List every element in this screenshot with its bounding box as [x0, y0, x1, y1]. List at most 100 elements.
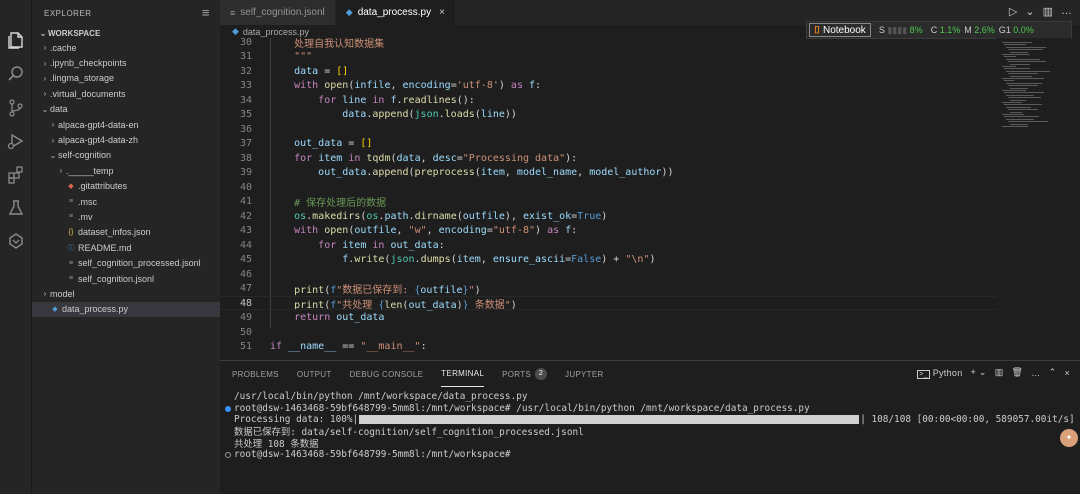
flask-icon[interactable] [6, 198, 26, 218]
tree-item[interactable]: › ._____temp [32, 163, 220, 178]
run-icon[interactable]: ▷ [1009, 5, 1017, 18]
tree-item-label: .cache [50, 42, 77, 53]
code-text: 处理自我认知数据集 [294, 38, 385, 50]
minimap[interactable] [996, 38, 1080, 360]
tree-item[interactable]: › alpaca-gpt4-data-zh [32, 132, 220, 147]
more-icon[interactable]: … [1061, 5, 1072, 18]
code-line[interactable]: 46 [220, 267, 996, 282]
more-actions-icon[interactable]: ≡ [202, 5, 210, 20]
tree-item[interactable]: › .ipynb_checkpoints [32, 55, 220, 70]
code-line[interactable]: 35 data.append(json.loads(line)) [220, 108, 996, 123]
tab-self-cognition-jsonl[interactable]: ≡ self_cognition.jsonl [220, 0, 336, 25]
minimap-line [1002, 90, 1026, 91]
code-line[interactable]: 45 f.write(json.dumps(item, ensure_ascii… [220, 253, 996, 268]
code-line[interactable]: 31 """ [220, 50, 996, 65]
code-line[interactable]: 36 [220, 122, 996, 137]
workspace-header[interactable]: ⌄ WORKSPACE [32, 26, 220, 40]
close-icon[interactable]: × [1064, 368, 1070, 378]
more-icon[interactable]: … [1031, 368, 1040, 378]
code-line[interactable]: 49 return out_data [220, 311, 996, 326]
code-line[interactable]: 39 out_data.append(preprocess(item, mode… [220, 166, 996, 181]
tree-item[interactable]: ≡ .msc [32, 194, 220, 209]
avatar[interactable]: ✦ [1060, 429, 1078, 447]
tree-item[interactable]: › alpaca-gpt4-data-en [32, 117, 220, 132]
tree-item[interactable]: ≡ self_cognition.jsonl [32, 271, 220, 286]
code-text: out_data = [] [294, 138, 373, 150]
tab-output[interactable]: OUTPUT [297, 361, 332, 387]
tree-item[interactable]: ◆ .gitattributes [32, 179, 220, 194]
minimap-line [1006, 46, 1046, 48]
code-text: return out_data [294, 312, 385, 324]
code-line[interactable]: 51 if __name__ == "__main__": [220, 340, 996, 355]
minimap-line [1004, 80, 1014, 82]
source-control-icon[interactable] [6, 98, 26, 118]
add-terminal-icon[interactable]: + ⌄ [971, 367, 987, 378]
minimap-line [1010, 63, 1030, 65]
tree-item[interactable]: ⌄ data [32, 102, 220, 117]
code-line[interactable]: 37 out_data = [] [220, 137, 996, 152]
split-editor-icon[interactable]: ▥ [1043, 5, 1053, 18]
tab-debug-console[interactable]: DEBUG CONSOLE [350, 361, 424, 387]
trash-icon[interactable]: 🗑 [1012, 367, 1024, 378]
close-icon[interactable]: × [439, 7, 445, 18]
split-terminal-icon[interactable]: ▥ [995, 367, 1004, 378]
tree-item[interactable]: › model [32, 286, 220, 301]
extensions-icon[interactable] [6, 165, 26, 185]
code-line[interactable]: 33 with open(infile, encoding='utf-8') a… [220, 79, 996, 94]
terminal-prompt[interactable]: root@dsw-1463468-59bf648799-5mm8l:/mnt/w… [220, 449, 1080, 461]
search-icon[interactable] [6, 64, 26, 84]
terminal-kind[interactable]: >_ Python [917, 368, 962, 379]
tab-ports[interactable]: PORTS 2 [502, 361, 548, 387]
tab-terminal[interactable]: TERMINAL [441, 361, 485, 387]
terminal-line: 共处理 108 条数据 [234, 438, 319, 450]
line-number: 45 [239, 254, 252, 266]
tree-item[interactable]: ⓘ README.md [32, 240, 220, 255]
tree-item[interactable]: ⌄ self-cognition [32, 148, 220, 163]
code-text: f.write(json.dumps(item, ensure_ascii=Fa… [342, 254, 656, 266]
line-number: 30 [239, 36, 252, 48]
line-number: 49 [239, 312, 252, 324]
minimap-line [1006, 118, 1034, 120]
chevron-down-icon[interactable]: ⌄ [1025, 5, 1034, 18]
tab-jupyter[interactable]: JUPYTER [565, 361, 604, 387]
tree-item[interactable]: {} dataset_infos.json [32, 225, 220, 240]
code-line[interactable]: 42 os.makedirs(os.path.dirname(outfile),… [220, 209, 996, 224]
run-debug-icon[interactable] [6, 131, 26, 151]
code-line[interactable]: 43 with open(outfile, "w", encoding="utf… [220, 224, 996, 239]
tree-item[interactable]: ≡ .mv [32, 209, 220, 224]
code-text: for line in f.readlines(): [318, 94, 475, 106]
minimap-line [1008, 73, 1038, 75]
minimap-line [1008, 61, 1046, 63]
file-type-icon: ≡ [68, 213, 74, 221]
tree-item[interactable]: ≡ self_cognition_processed.jsonl [32, 255, 220, 270]
code-line[interactable]: 38 for item in tqdm(data, desc="Processi… [220, 151, 996, 166]
minimap-line [1004, 56, 1016, 58]
tree-item[interactable]: ◆ data_process.py [32, 301, 220, 318]
terminal-output[interactable]: /usr/local/bin/python /mnt/workspace/dat… [220, 391, 1080, 460]
chevron-right-icon: › [43, 73, 47, 83]
tree-item[interactable]: › .cache [32, 40, 220, 55]
chevron-down-icon: ⌄ [49, 150, 57, 160]
code-line[interactable]: 30 处理自我认知数据集 [220, 35, 996, 50]
tree-item[interactable]: › .lingma_storage [32, 71, 220, 86]
tree-item[interactable]: › .virtual_documents [32, 86, 220, 101]
code-editor[interactable]: 30 处理自我认知数据集 31 """ 32 data = [] 33 with op… [220, 35, 996, 360]
tab-data-process-py[interactable]: ◆ data_process.py × [335, 0, 456, 25]
explorer-header: EXPLORER ≡ [32, 0, 220, 26]
code-line[interactable]: 50 [220, 325, 996, 340]
panel-actions: >_ Python + ⌄ ▥ 🗑 … ⌃ × [917, 367, 1070, 379]
code-line[interactable]: 47 print(f"数据已保存到: {outfile}") [220, 282, 996, 296]
code-line[interactable]: 44 for item in out_data: [220, 238, 996, 253]
tree-item-label: README.md [78, 242, 132, 253]
code-line[interactable]: 40 [220, 180, 996, 195]
maximize-icon[interactable]: ⌃ [1049, 367, 1057, 378]
code-line[interactable]: 32 data = [] [220, 64, 996, 79]
minimap-line [1008, 85, 1038, 87]
tab-problems[interactable]: PROBLEMS [232, 361, 279, 387]
remote-explorer-icon[interactable] [6, 231, 26, 251]
line-number: 39 [239, 167, 252, 179]
code-line[interactable]: 34 for line in f.readlines(): [220, 93, 996, 108]
minimap-line [1010, 99, 1026, 101]
code-line[interactable]: 41 # 保存处理后的数据 [220, 195, 996, 209]
files-icon[interactable] [6, 30, 26, 50]
